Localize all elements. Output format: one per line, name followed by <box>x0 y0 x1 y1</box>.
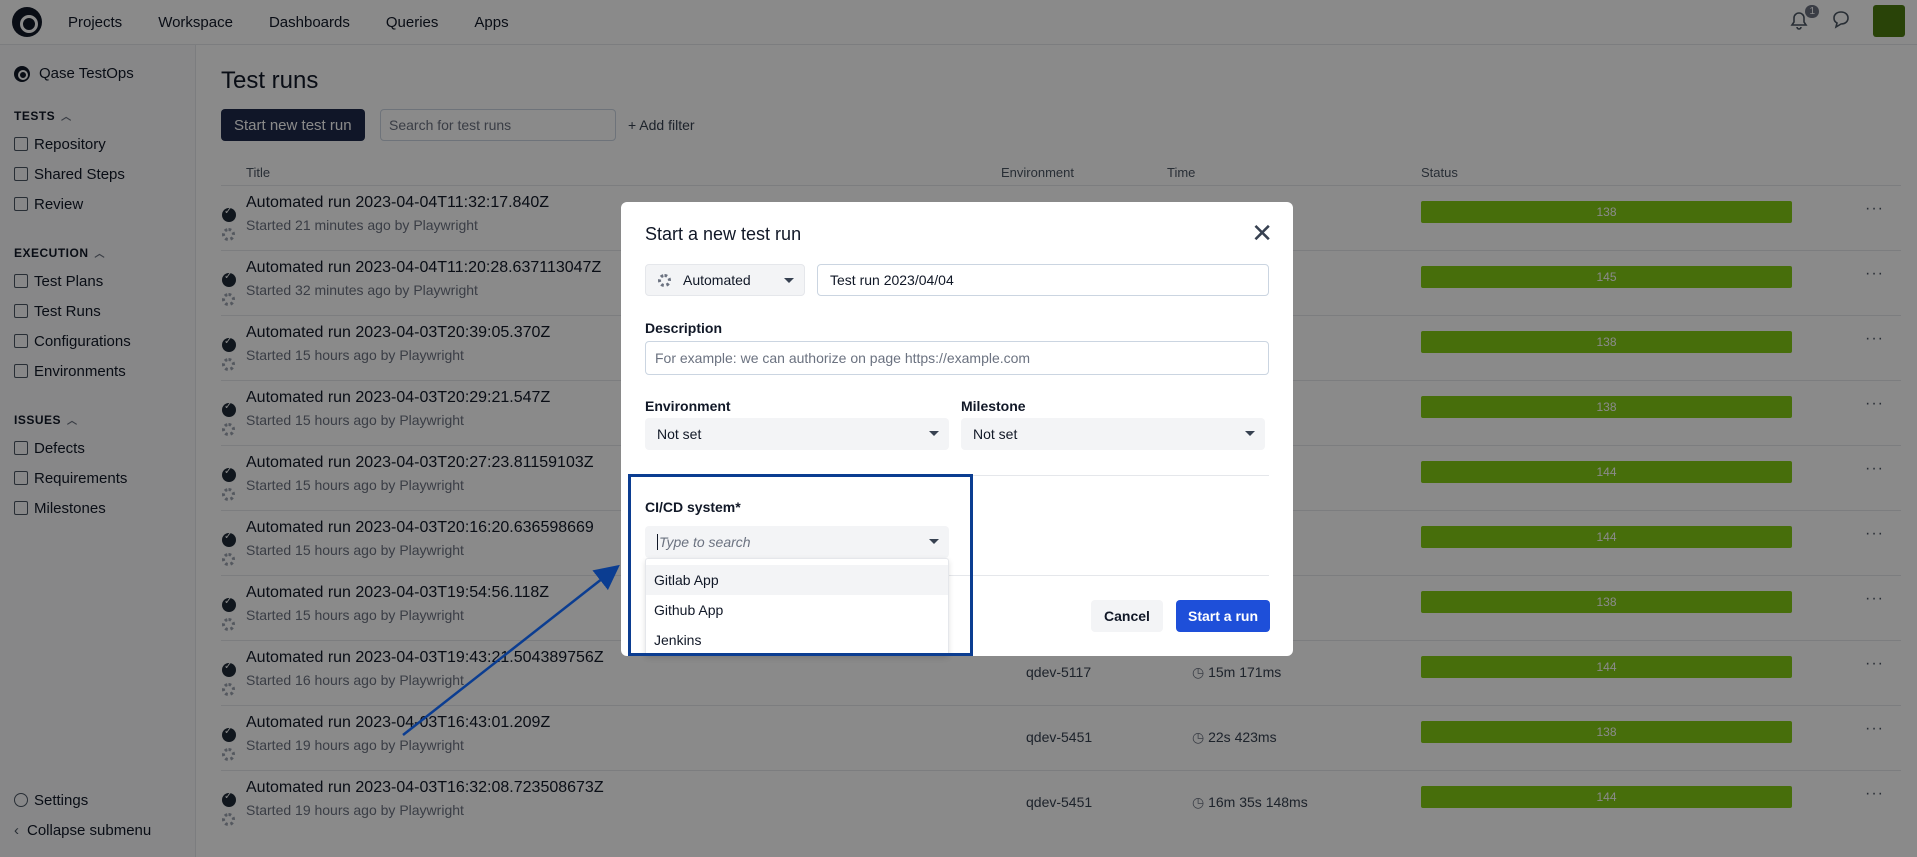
start-run-button[interactable]: Start a run <box>1176 600 1271 632</box>
cicd-option-jenkins[interactable]: Jenkins <box>646 625 948 655</box>
modal-title: Start a new test run <box>645 224 802 244</box>
description-label: Description <box>645 320 723 336</box>
cicd-option-gitlab[interactable]: Gitlab App <box>646 565 948 595</box>
cicd-options-menu: Gitlab App Github App Jenkins <box>645 558 949 656</box>
run-type-select[interactable]: Automated <box>645 264 805 296</box>
description-input[interactable]: For example: we can authorize on page ht… <box>645 341 1269 375</box>
start-test-run-modal: Start a new test run ✕ Automated Test ru… <box>621 202 1293 656</box>
cancel-button[interactable]: Cancel <box>1091 600 1163 632</box>
required-marker: * <box>735 499 741 515</box>
divider <box>645 475 1269 476</box>
text-cursor <box>657 534 658 550</box>
milestone-value: Not set <box>973 426 1018 442</box>
cicd-label: CI/CD system* <box>645 499 741 515</box>
cicd-placeholder: Type to search <box>659 534 751 550</box>
environment-label: Environment <box>645 398 731 414</box>
run-title-input[interactable]: Test run 2023/04/04 <box>817 264 1269 296</box>
run-type-value: Automated <box>683 272 751 288</box>
environment-value: Not set <box>657 426 702 442</box>
caret-down-icon <box>1245 431 1255 436</box>
caret-down-icon <box>929 539 939 544</box>
environment-select[interactable]: Not set <box>645 418 949 450</box>
close-icon[interactable]: ✕ <box>1251 220 1273 246</box>
gear-icon <box>658 273 671 287</box>
caret-down-icon <box>784 278 794 283</box>
cicd-label-text: CI/CD system <box>645 499 736 515</box>
milestone-label: Milestone <box>961 398 1026 414</box>
milestone-select[interactable]: Not set <box>961 418 1265 450</box>
cicd-option-github[interactable]: Github App <box>646 595 948 625</box>
caret-down-icon <box>929 431 939 436</box>
cicd-search-input[interactable]: Type to search <box>645 526 949 558</box>
